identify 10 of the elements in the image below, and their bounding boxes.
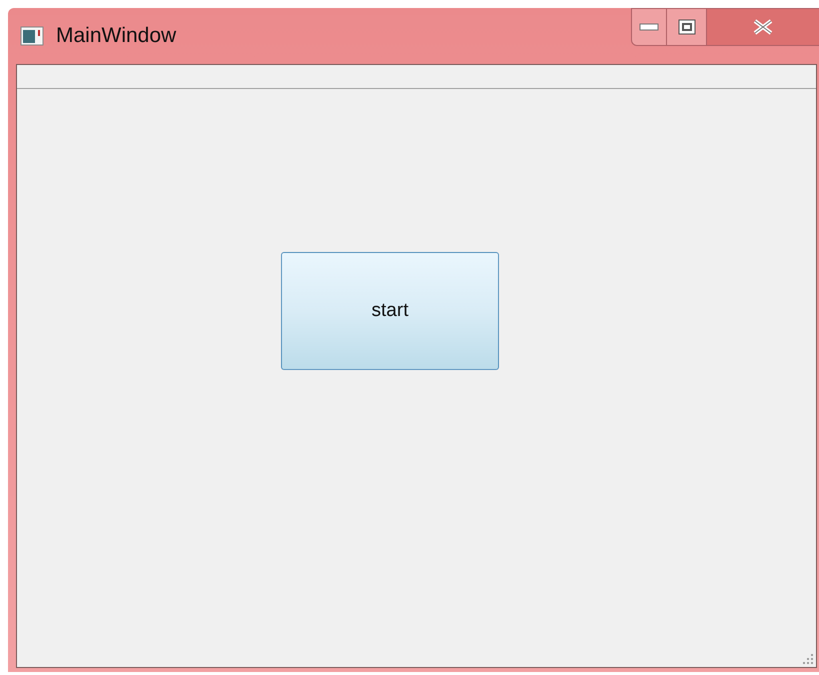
maximize-icon bbox=[678, 19, 696, 35]
start-button[interactable]: start bbox=[281, 252, 499, 370]
minimize-button[interactable] bbox=[631, 8, 667, 46]
minimize-icon bbox=[639, 23, 659, 31]
app-icon bbox=[20, 26, 44, 46]
resize-grip-icon[interactable] bbox=[802, 653, 814, 665]
close-icon bbox=[752, 19, 774, 35]
maximize-button[interactable] bbox=[667, 8, 707, 46]
window-title: MainWindow bbox=[56, 23, 176, 49]
close-button[interactable] bbox=[707, 8, 819, 46]
